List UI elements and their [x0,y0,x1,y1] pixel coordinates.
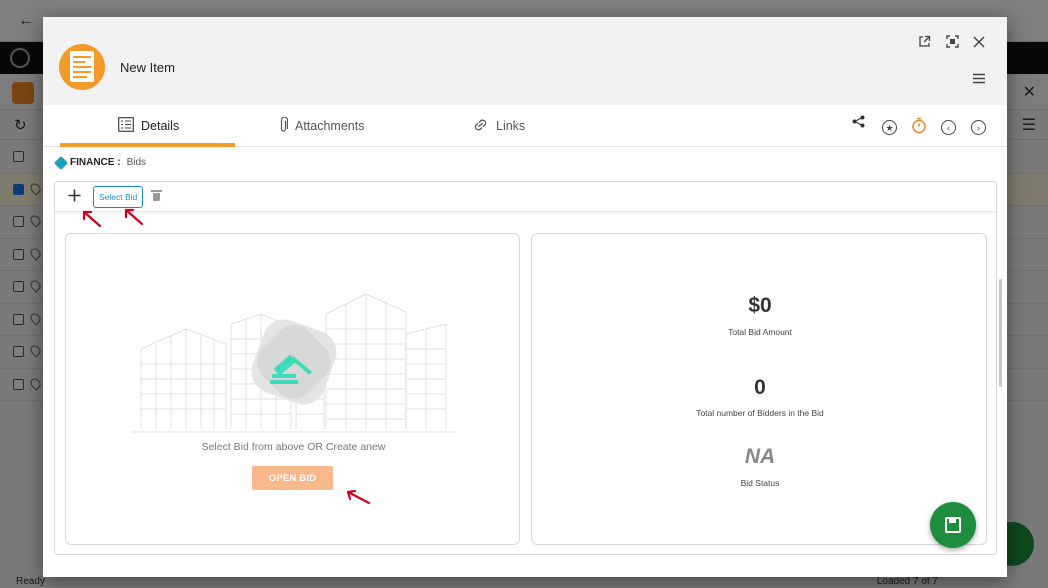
breadcrumb-module[interactable]: FINANCE : [70,157,121,168]
bid-summary-card: $0 Total Bid Amount 0 Total number of Bi… [531,233,987,545]
select-bid-button[interactable]: Select Bid [93,186,144,208]
timer-icon[interactable] [910,117,928,135]
tab-label: Links [496,119,526,133]
tab-attachments[interactable]: Attachments [279,105,364,147]
paperclip-icon [279,115,289,136]
tab-label: Details [141,119,180,133]
item-logo-icon [59,44,105,90]
close-icon[interactable] [970,34,988,52]
tab-label: Attachments [295,119,365,133]
tab-links[interactable]: Links [472,105,525,147]
add-bid-button[interactable] [68,185,81,207]
empty-state-message: Select Bid from above OR Create anew [201,441,386,453]
annotation-arrow [82,210,102,228]
tab-details[interactable]: Details [118,105,179,147]
modal-title: New Item [120,60,175,75]
scrollbar[interactable] [999,279,1002,387]
bidders-count: 0 [754,376,766,399]
item-modal: New Item Details Attachments Links ★ ‹ ›… [43,17,1007,577]
previous-icon[interactable]: ‹ [941,120,956,135]
annotation-arrow [346,489,371,505]
save-disk-icon [945,517,961,533]
delete-icon[interactable] [151,190,162,201]
breadcrumb: FINANCE : Bids [53,155,147,170]
share-icon[interactable] [849,115,867,133]
bid-status: NA [744,445,776,468]
bidders-count-label: Total number of Bidders in the Bid [696,408,824,418]
breadcrumb-section: Bids [126,157,147,168]
bids-toolbar: Select Bid [55,182,996,212]
buildings-illustration [131,293,456,433]
empty-state-card: Select Bid from above OR Create anew OPE… [65,233,520,545]
bids-panel: Select Bid Select Bid from above OR Crea… [54,181,997,555]
total-bid-amount: $0 [748,294,772,317]
active-tab-indicator [60,143,235,147]
annotation-arrow [124,208,144,226]
next-icon[interactable]: › [971,120,986,135]
bid-status-label: Bid Status [740,478,780,488]
star-icon[interactable]: ★ [882,120,897,135]
modal-header: New Item [43,17,1007,105]
open-bid-button[interactable]: OPEN BID [252,466,333,490]
open-external-icon[interactable] [915,34,933,52]
save-button[interactable] [930,502,976,548]
fullscreen-icon[interactable] [943,34,961,52]
details-icon [118,117,134,135]
total-bid-amount-label: Total Bid Amount [728,327,792,337]
link-icon [472,119,489,134]
module-icon [53,155,69,170]
tab-bar: Details Attachments Links ★ ‹ › [43,105,1007,147]
hamburger-menu-icon[interactable] [970,70,988,88]
